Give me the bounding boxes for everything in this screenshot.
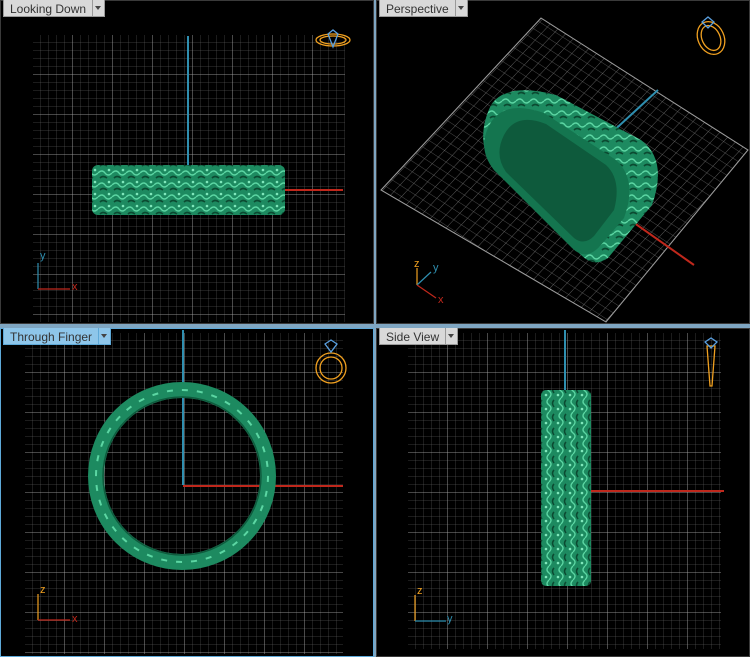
axis-label-x: x xyxy=(438,294,444,306)
ring-top-view xyxy=(92,165,285,215)
viewport-title: Through Finger xyxy=(3,328,100,345)
axis-label-y: y xyxy=(433,262,439,274)
side-view-canvas xyxy=(408,330,724,649)
axis-label-z: z xyxy=(414,258,420,270)
orientation-gizmo-icon xyxy=(696,16,726,56)
viewport-through-finger[interactable]: Through Finger z x xyxy=(0,328,374,657)
ring-side-view xyxy=(541,390,591,586)
viewport-label-through-finger[interactable]: Through Finger xyxy=(3,328,112,345)
axis-label-x: x xyxy=(72,281,78,293)
chevron-down-icon[interactable] xyxy=(455,0,468,17)
viewport-label-side-view[interactable]: Side View xyxy=(379,328,459,345)
looking-down-canvas xyxy=(33,29,351,322)
axis-label-x: x xyxy=(72,613,78,625)
axis-label-z: z xyxy=(417,585,423,597)
axis-label-y: y xyxy=(40,250,46,262)
viewport-title: Looking Down xyxy=(3,0,94,17)
viewport-label-perspective[interactable]: Perspective xyxy=(379,0,468,17)
viewport-looking-down[interactable]: Looking Down y x xyxy=(0,0,374,324)
axis-label-y: y xyxy=(447,613,453,625)
viewport-title: Perspective xyxy=(379,0,456,17)
viewport-title: Side View xyxy=(379,328,447,345)
axis-label-z: z xyxy=(40,584,46,596)
chevron-down-icon[interactable] xyxy=(446,328,459,345)
chevron-down-icon[interactable] xyxy=(93,0,106,17)
through-finger-canvas xyxy=(25,330,347,654)
viewport-side-view[interactable]: Side View z y xyxy=(376,328,750,657)
perspective-canvas xyxy=(380,16,749,323)
viewport-perspective[interactable]: Perspective z y x xyxy=(376,0,750,324)
chevron-down-icon[interactable] xyxy=(99,328,112,345)
viewport-label-looking-down[interactable]: Looking Down xyxy=(3,0,106,17)
viewport-divider-vertical[interactable] xyxy=(374,0,376,657)
